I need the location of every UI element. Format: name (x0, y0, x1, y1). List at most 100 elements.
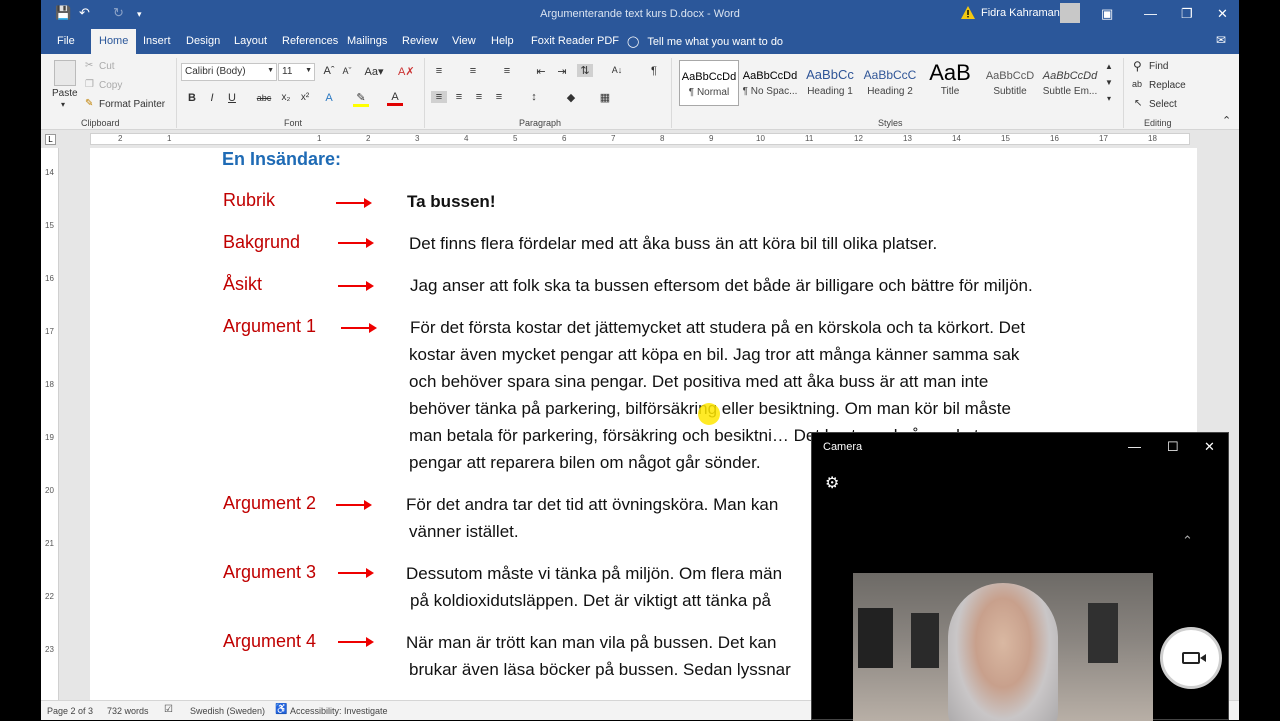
decrease-indent-icon[interactable]: ⇤ (533, 65, 549, 78)
shrink-font-icon[interactable]: Aˇ (339, 66, 355, 76)
text-line: och behöver spara sina pengar. Det posit… (409, 372, 989, 391)
ruler-tick: 15 (1001, 134, 1010, 143)
copy-button[interactable]: Copy (99, 80, 122, 91)
style-preview: AaBbCcD (985, 70, 1035, 82)
styles-scroll-down-icon[interactable]: ▼ (1101, 78, 1117, 87)
share-icon[interactable]: ✉ (1216, 33, 1226, 47)
align-left-icon[interactable]: ≡ (431, 91, 447, 103)
line-spacing-icon[interactable]: ↕ (526, 91, 542, 103)
tab-foxit-reader-pdf[interactable]: Foxit Reader PDF (531, 35, 619, 47)
ruler-tick: 14 (45, 168, 54, 177)
bullets-icon[interactable]: ≡ (431, 65, 447, 77)
multilevel-list-icon[interactable]: ≡ (499, 65, 515, 77)
superscript-icon[interactable]: x² (297, 92, 313, 103)
tab-file[interactable]: File (57, 35, 75, 47)
ruler-tick: 5 (513, 134, 518, 143)
grow-font-icon[interactable]: Aˆ (321, 65, 337, 77)
underline-icon[interactable]: U (224, 92, 240, 104)
asian-layout-icon[interactable]: ⇅ (577, 64, 593, 77)
tab-mailings[interactable]: Mailings (347, 35, 387, 47)
tab-selector-icon[interactable]: L (45, 134, 56, 145)
row-text-asikt: Jag anser att folk ska ta bussen efterso… (410, 276, 1033, 295)
chevron-up-icon[interactable]: ⌃ (1182, 533, 1193, 549)
row-label-argument-3: Argument 3 (223, 562, 317, 582)
user-name[interactable]: Fidra Kahraman (981, 7, 1060, 19)
format-painter-button[interactable]: Format Painter (99, 99, 165, 110)
title-bar: 💾 ↶ ↻ ▾ Argumenterande text kurs D.docx … (41, 0, 1239, 29)
italic-icon[interactable]: I (204, 92, 220, 104)
minimize-icon[interactable]: — (1128, 439, 1141, 454)
word-count[interactable]: 732 words (107, 706, 149, 716)
clear-formatting-icon[interactable]: A✗ (398, 65, 415, 78)
tab-insert[interactable]: Insert (143, 35, 171, 47)
paste-icon[interactable] (54, 60, 76, 86)
maximize-icon[interactable]: ☐ (1167, 439, 1179, 455)
style-normal[interactable]: AaBbCcDd ¶ Normal (679, 60, 739, 106)
maximize-icon[interactable]: ❐ (1181, 6, 1193, 22)
align-right-icon[interactable]: ≡ (471, 91, 487, 103)
justify-icon[interactable]: ≡ (491, 91, 507, 103)
page-indicator[interactable]: Page 2 of 3 (47, 706, 93, 716)
paste-dropdown-icon[interactable]: ▾ (61, 100, 65, 109)
accessibility-icon[interactable]: ♿ (275, 704, 287, 715)
sort-icon[interactable]: A↓ (609, 65, 625, 75)
bold-icon[interactable]: B (184, 92, 200, 104)
find-icon[interactable]: ⚲ (1133, 59, 1142, 73)
style-heading-2[interactable]: AaBbCcC Heading 2 (860, 60, 920, 106)
avatar[interactable] (1060, 3, 1080, 23)
gear-icon[interactable]: ⚙ (825, 473, 839, 493)
tab-view[interactable]: View (452, 35, 476, 47)
style-title[interactable]: AaB Title (920, 60, 980, 106)
tab-help[interactable]: Help (491, 35, 514, 47)
font-color-icon[interactable]: A (387, 91, 403, 106)
style-subtle-emphasis[interactable]: AaBbCcDd Subtle Em... (1040, 60, 1100, 106)
replace-button[interactable]: Replace (1149, 80, 1186, 91)
close-icon[interactable]: ✕ (1217, 6, 1228, 22)
increase-indent-icon[interactable]: ⇥ (554, 65, 570, 78)
shading-icon[interactable]: ◆ (563, 91, 579, 104)
select-button[interactable]: Select (1149, 99, 1177, 110)
tell-me-search[interactable]: ◯ Tell me what you want to do (627, 35, 783, 48)
paste-button[interactable]: Paste (52, 88, 78, 99)
tab-design[interactable]: Design (186, 35, 220, 47)
subscript-icon[interactable]: x₂ (278, 92, 294, 103)
proofing-icon[interactable]: ☑ (164, 704, 173, 715)
show-hide-icon[interactable]: ¶ (646, 65, 662, 77)
change-case-icon[interactable]: Aa▾ (363, 65, 385, 78)
strikethrough-icon[interactable]: abc (256, 93, 272, 103)
align-center-icon[interactable]: ≡ (451, 91, 467, 103)
minimize-icon[interactable]: — (1144, 6, 1157, 21)
copy-icon[interactable]: ❐ (85, 79, 94, 90)
tab-references[interactable]: References (282, 35, 338, 47)
style-no-spacing[interactable]: AaBbCcDd ¶ No Spac... (740, 60, 800, 106)
vertical-ruler[interactable]: 14 15 16 17 18 19 20 21 22 23 (41, 148, 59, 700)
find-button[interactable]: Find (1149, 61, 1168, 72)
ribbon-display-options-icon[interactable]: ▣ (1101, 6, 1113, 22)
close-icon[interactable]: ✕ (1204, 439, 1215, 455)
video-record-button[interactable] (1160, 627, 1222, 689)
tab-layout[interactable]: Layout (234, 35, 267, 47)
horizontal-ruler[interactable]: L 2 1 1 2 3 4 5 6 7 8 9 10 11 12 13 14 1… (41, 130, 1239, 148)
tab-review[interactable]: Review (402, 35, 438, 47)
replace-icon[interactable]: ab (1132, 79, 1142, 89)
language-indicator[interactable]: Swedish (Sweden) (190, 706, 265, 716)
highlight-icon[interactable]: ✎ (353, 91, 369, 107)
style-subtitle[interactable]: AaBbCcD Subtitle (980, 60, 1040, 106)
borders-icon[interactable]: ▦ (597, 91, 613, 104)
numbering-icon[interactable]: ≡ (465, 65, 481, 77)
font-size-select[interactable]: 11 ▼ (278, 63, 315, 81)
text-effects-icon[interactable]: A (321, 92, 337, 104)
format-painter-icon[interactable]: ✎ (85, 98, 93, 109)
select-icon[interactable]: ↖ (1134, 98, 1142, 109)
cut-button[interactable]: Cut (99, 61, 115, 72)
accessibility-status[interactable]: Accessibility: Investigate (290, 706, 388, 716)
tab-home[interactable]: Home (91, 29, 137, 54)
cut-icon[interactable]: ✂ (85, 60, 93, 71)
collapse-ribbon-icon[interactable]: ⌃ (1222, 114, 1231, 127)
styles-scroll-up-icon[interactable]: ▲ (1101, 62, 1117, 71)
styles-more-icon[interactable]: ▾ (1101, 94, 1117, 103)
font-name-select[interactable]: Calibri (Body) ▼ (181, 63, 277, 81)
ribbon-tabs: File Home Insert Design Layout Reference… (41, 29, 1239, 54)
chevron-down-icon: ▼ (267, 67, 274, 74)
style-heading-1[interactable]: AaBbCc Heading 1 (800, 60, 860, 106)
